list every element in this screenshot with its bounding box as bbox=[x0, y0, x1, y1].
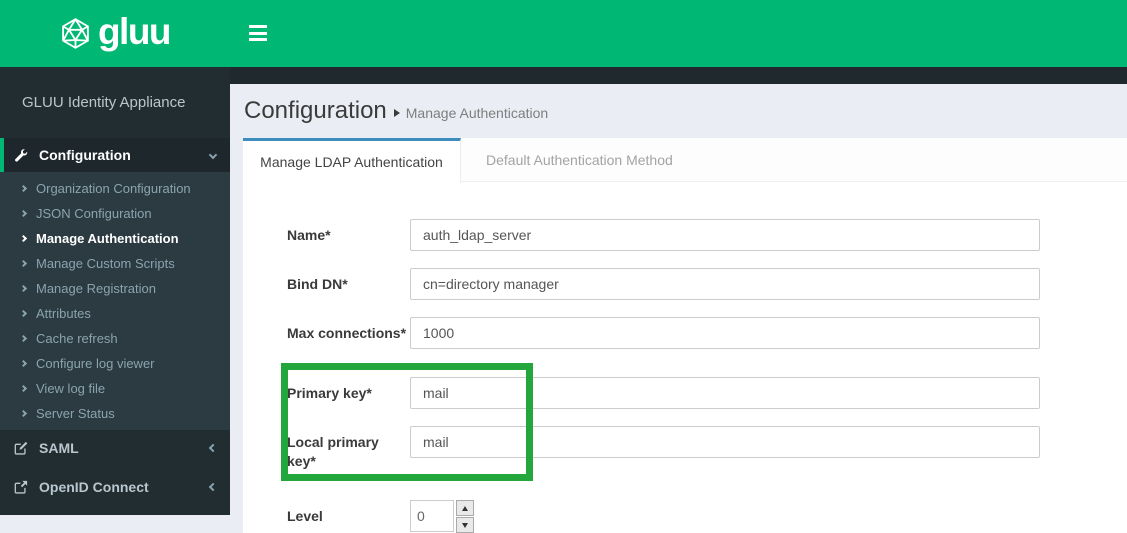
arrow-down-icon bbox=[462, 522, 468, 528]
arrow-up-icon bbox=[462, 505, 468, 511]
sidebar-item-view-log-file[interactable]: View log file bbox=[0, 376, 230, 401]
primary-key-label: Primary key* bbox=[287, 385, 372, 401]
tab-bar: Manage LDAP Authentication Default Authe… bbox=[243, 138, 1127, 183]
sidebar-item-manage-custom-scripts[interactable]: Manage Custom Scripts bbox=[0, 251, 230, 276]
brand-text: gluu bbox=[97, 11, 172, 52]
form-row-primary-key: Primary key* bbox=[287, 377, 1127, 409]
form-row-level: Level bbox=[287, 500, 1127, 533]
page-title: Configuration bbox=[244, 97, 387, 124]
primary-key-input[interactable] bbox=[410, 377, 1040, 409]
max-connections-label: Max connections* bbox=[287, 325, 407, 341]
configuration-submenu: Organization Configuration JSON Configur… bbox=[0, 172, 230, 430]
chevron-right-icon bbox=[19, 209, 28, 218]
sidebar-item-attributes[interactable]: Attributes bbox=[0, 301, 230, 326]
sidebar-item-label: Configuration bbox=[39, 147, 131, 163]
sidebar: GLUU Identity Appliance Configuration Or… bbox=[0, 67, 230, 515]
ldap-authentication-form: Name* Bind DN* Max connections* Primary … bbox=[243, 182, 1127, 533]
form-row-max-connections: Max connections* bbox=[287, 317, 1127, 349]
sidebar-item-manage-authentication[interactable]: Manage Authentication bbox=[0, 226, 230, 251]
sidebar-title: GLUU Identity Appliance bbox=[22, 94, 186, 111]
external-link-icon bbox=[14, 480, 29, 494]
level-label: Level bbox=[287, 508, 323, 524]
bind-dn-input[interactable] bbox=[410, 268, 1040, 300]
chevron-down-icon bbox=[208, 150, 218, 160]
chevron-right-icon bbox=[19, 384, 28, 393]
sidebar-toggle-button[interactable] bbox=[249, 25, 268, 41]
name-label: Name* bbox=[287, 227, 331, 243]
sidebar-item-configure-log-viewer[interactable]: Configure log viewer bbox=[0, 351, 230, 376]
chevron-right-icon bbox=[19, 259, 28, 268]
local-primary-key-label: Local primary key* bbox=[287, 434, 379, 469]
chevron-left-icon bbox=[208, 443, 218, 453]
level-stepper-down-button[interactable] bbox=[456, 517, 474, 533]
max-connections-input[interactable] bbox=[410, 317, 1040, 349]
chevron-right-icon bbox=[19, 309, 28, 318]
gluu-icosahedron-icon bbox=[60, 17, 91, 50]
sidebar-item-json-configuration[interactable]: JSON Configuration bbox=[0, 201, 230, 226]
chevron-right-icon bbox=[19, 234, 28, 243]
chevron-right-icon bbox=[19, 409, 28, 418]
sidebar-item-organization-configuration[interactable]: Organization Configuration bbox=[0, 176, 230, 201]
gluu-logo[interactable]: gluu bbox=[0, 0, 230, 67]
main-content: Configuration Manage Authentication Mana… bbox=[230, 84, 1127, 533]
chevron-right-icon bbox=[19, 359, 28, 368]
tab-manage-ldap-authentication[interactable]: Manage LDAP Authentication bbox=[243, 138, 461, 183]
sidebar-item-manage-registration[interactable]: Manage Registration bbox=[0, 276, 230, 301]
edit-icon bbox=[14, 441, 29, 455]
name-input[interactable] bbox=[410, 219, 1040, 251]
local-primary-key-input[interactable] bbox=[410, 426, 1040, 458]
level-stepper-buttons bbox=[456, 500, 474, 533]
level-stepper-up-button[interactable] bbox=[456, 500, 474, 516]
navbar-shadow-strip bbox=[230, 67, 1127, 84]
sidebar-item-saml[interactable]: SAML bbox=[0, 430, 230, 466]
tab-panel: Manage LDAP Authentication Default Authe… bbox=[243, 138, 1127, 533]
sidebar-item-cache-refresh[interactable]: Cache refresh bbox=[0, 326, 230, 351]
breadcrumb-section: Manage Authentication bbox=[405, 105, 549, 121]
top-navbar: gluu bbox=[0, 0, 1127, 67]
wrench-icon bbox=[14, 148, 29, 162]
form-row-local-primary-key: Local primary key* bbox=[287, 426, 1127, 471]
breadcrumb: Configuration Manage Authentication bbox=[230, 84, 1127, 125]
tab-default-authentication-method[interactable]: Default Authentication Method bbox=[462, 138, 697, 182]
form-row-bind-dn: Bind DN* bbox=[287, 268, 1127, 300]
bind-dn-label: Bind DN* bbox=[287, 276, 348, 292]
breadcrumb-arrow-icon bbox=[393, 109, 400, 117]
sidebar-item-configuration[interactable]: Configuration bbox=[0, 138, 230, 172]
chevron-right-icon bbox=[19, 184, 28, 193]
sidebar-item-label: OpenID Connect bbox=[39, 479, 149, 495]
form-row-name: Name* bbox=[287, 219, 1127, 251]
sidebar-item-label: SAML bbox=[39, 440, 79, 456]
chevron-left-icon bbox=[208, 482, 218, 492]
chevron-right-icon bbox=[19, 334, 28, 343]
level-input[interactable] bbox=[410, 500, 454, 532]
hamburger-icon bbox=[249, 25, 267, 28]
chevron-right-icon bbox=[19, 284, 28, 293]
sidebar-item-openid-connect[interactable]: OpenID Connect bbox=[0, 469, 230, 505]
sidebar-item-server-status[interactable]: Server Status bbox=[0, 401, 230, 426]
level-stepper bbox=[410, 500, 474, 533]
